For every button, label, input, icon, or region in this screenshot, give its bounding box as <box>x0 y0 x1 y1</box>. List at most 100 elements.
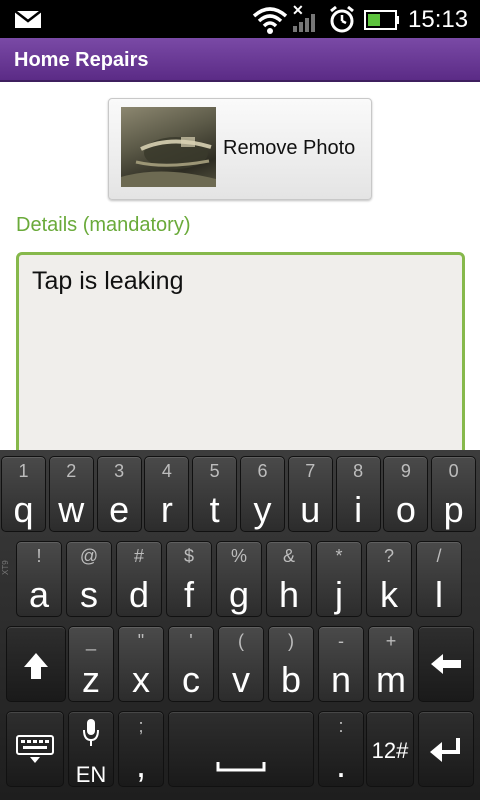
key-f[interactable]: $ f <box>166 541 212 617</box>
key-b[interactable]: ) b <box>268 626 314 702</box>
key-p-label: p <box>443 489 464 530</box>
key-h-label: h <box>278 574 300 615</box>
key-l[interactable]: / l <box>416 541 462 617</box>
period-key[interactable]: :. <box>318 711 364 787</box>
details-input-value: Tap is leaking <box>32 267 184 295</box>
key-t[interactable]: 5t <box>192 456 238 532</box>
remove-photo-label: Remove Photo <box>223 137 356 159</box>
key-p-hint: 0 <box>448 461 459 481</box>
key-l-label: l <box>435 574 443 615</box>
symbols-key-label: 12# <box>371 738 409 763</box>
key-o[interactable]: 9o <box>383 456 429 532</box>
photo-thumbnail <box>121 107 216 187</box>
space-bar-icon <box>169 760 313 772</box>
key-r-label: r <box>160 489 173 530</box>
key-o-hint: 9 <box>400 461 411 481</box>
key-c-label: c <box>182 659 200 700</box>
key-e-label: e <box>109 489 130 530</box>
key-z[interactable]: _ z <box>68 626 114 702</box>
key-k-hint: ? <box>383 546 394 566</box>
key-n-hint: - <box>338 631 344 651</box>
title-bar: Home Repairs <box>0 38 480 82</box>
details-input[interactable]: Tap is leaking <box>16 252 465 462</box>
key-a-label: a <box>28 574 50 615</box>
key-b-label: b <box>280 659 302 700</box>
key-l-hint: / <box>436 546 442 566</box>
key-y[interactable]: 6y <box>240 456 285 532</box>
key-x-label: x <box>132 659 150 700</box>
key-y-label: y <box>253 489 272 530</box>
remove-photo-button[interactable]: Remove Photo <box>108 98 372 200</box>
key-e[interactable]: 3e <box>96 456 142 532</box>
comma-key-label: , <box>135 744 146 785</box>
key-c[interactable]: ' c <box>168 626 214 702</box>
comma-key-hint: ; <box>138 716 144 736</box>
space-key[interactable] <box>168 711 314 787</box>
key-g-hint: % <box>230 546 247 566</box>
keyboard-icon <box>7 734 63 764</box>
key-v-label: v <box>232 659 250 700</box>
comma-key[interactable]: ;, <box>118 711 164 787</box>
key-c-hint: ' <box>189 631 193 651</box>
status-bar: ✕ 15:13 <box>0 0 480 38</box>
shift-key[interactable] <box>6 626 66 702</box>
mail-icon <box>14 10 42 28</box>
key-a-hint: ! <box>36 546 42 566</box>
key-a[interactable]: ! a <box>16 541 62 617</box>
key-h[interactable]: & h <box>266 541 312 617</box>
key-z-hint: _ <box>85 631 96 651</box>
key-f-label: f <box>183 574 194 615</box>
hide-keyboard-key[interactable] <box>6 711 64 787</box>
key-k-label: k <box>380 574 398 615</box>
key-u-hint: 7 <box>305 461 316 481</box>
key-m[interactable]: + m <box>368 626 414 702</box>
key-m-label: m <box>376 659 406 700</box>
wifi-icon <box>252 7 288 34</box>
backspace-key[interactable] <box>418 626 474 702</box>
key-s-hint: @ <box>79 546 99 566</box>
period-key-label: . <box>335 744 346 785</box>
key-j-hint: * <box>335 546 343 566</box>
key-e-hint: 3 <box>114 461 125 481</box>
no-signal-icon <box>293 14 315 32</box>
period-key-hint: : <box>338 716 344 736</box>
details-label: Details (mandatory) <box>16 214 191 236</box>
key-t-hint: 5 <box>209 461 220 481</box>
key-r[interactable]: 4r <box>144 456 190 532</box>
key-g-label: g <box>228 574 250 615</box>
key-v[interactable]: (v <box>218 626 264 702</box>
key-i[interactable]: 8i <box>335 456 381 532</box>
key-q-label: q <box>13 489 34 530</box>
key-j-label: j <box>335 574 343 615</box>
backspace-icon <box>419 653 473 675</box>
key-r-hint: 4 <box>161 461 172 481</box>
key-p[interactable]: 0p <box>431 456 477 532</box>
key-t-label: t <box>209 489 220 530</box>
key-d-hint: # <box>133 546 144 566</box>
main-content: Remove Photo Details (mandatory) Tap is … <box>0 82 480 462</box>
battery-icon <box>364 10 399 30</box>
clock: 15:13 <box>408 6 469 33</box>
key-n-label: n <box>330 659 352 700</box>
key-k[interactable]: ? k <box>366 541 412 617</box>
key-g[interactable]: % g <box>216 541 262 617</box>
symbols-key[interactable]: 12# <box>366 711 414 787</box>
key-n[interactable]: -n <box>318 626 364 702</box>
key-d[interactable]: # d <box>116 541 162 617</box>
page-title: Home Repairs <box>14 49 149 71</box>
key-w-label: w <box>58 489 85 530</box>
key-s[interactable]: @ s <box>66 541 112 617</box>
key-u[interactable]: 7u <box>287 456 333 532</box>
key-h-hint: & <box>282 546 295 566</box>
key-w[interactable]: 2w <box>48 456 94 532</box>
alarm-icon <box>330 5 354 33</box>
key-j[interactable]: * j <box>316 541 362 617</box>
enter-key[interactable] <box>418 711 474 787</box>
key-b-hint: ) <box>288 631 294 651</box>
key-s-label: s <box>80 574 98 615</box>
key-q[interactable]: 1q <box>1 456 46 532</box>
key-x[interactable]: " x <box>118 626 164 702</box>
key-q-hint: 1 <box>18 461 29 481</box>
voice-input-key[interactable]: EN <box>68 711 114 787</box>
key-x-hint: " <box>137 631 145 651</box>
